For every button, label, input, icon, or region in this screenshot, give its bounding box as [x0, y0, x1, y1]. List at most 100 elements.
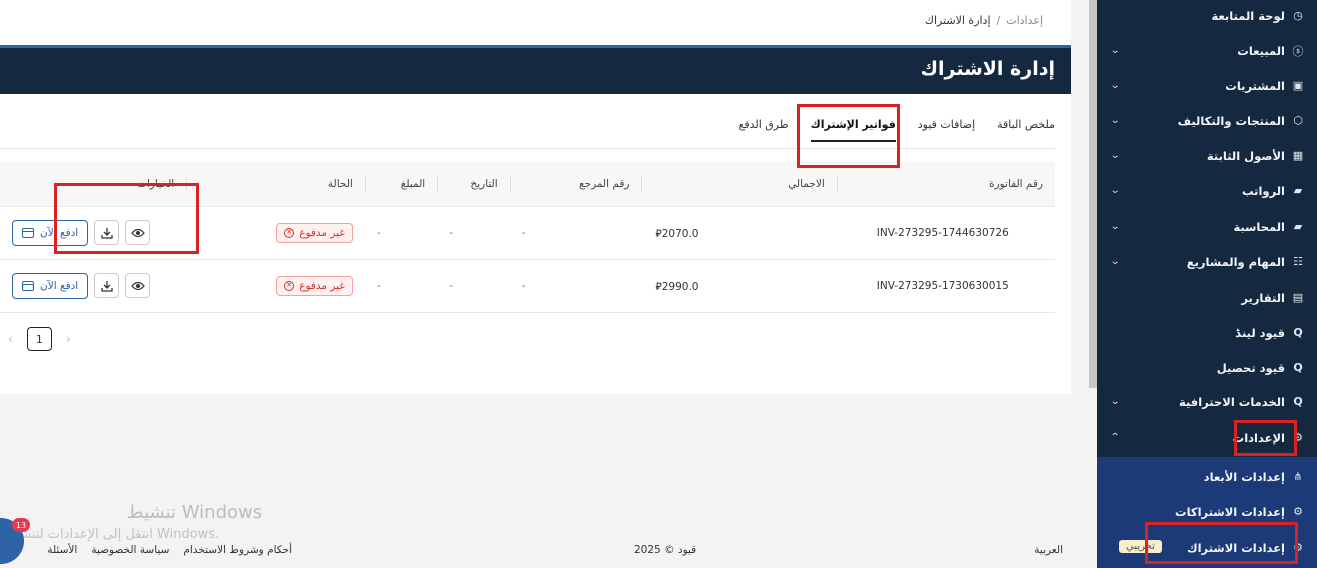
pagination-prev[interactable]: ‹ — [8, 332, 13, 346]
breadcrumb-current: إدارة الاشتراك — [924, 14, 991, 27]
chevron-up-icon: ⌃ — [1109, 432, 1121, 443]
chat-notification-badge: 13 — [12, 518, 30, 532]
sidebar-subitem-dimensions[interactable]: ⋔ إعدادات الأبعاد — [1097, 459, 1317, 494]
chevron-down-icon: ⌄ — [1109, 256, 1121, 267]
options-cell: ادفع الآن — [0, 259, 187, 313]
eye-icon — [130, 228, 145, 237]
x-circle-icon: ✕ — [284, 227, 295, 238]
pagination-page[interactable]: 1 — [26, 327, 52, 351]
invoice-number-cell: INV-273295-1744630726 — [836, 206, 1055, 260]
report-icon: ▤ — [1292, 291, 1304, 304]
breadcrumb-parent[interactable]: إعدادات — [1006, 14, 1043, 27]
tab-payment-methods[interactable]: طرق الدفع — [738, 118, 788, 142]
footer-link-terms[interactable]: أحكام وشروط الاستخدام — [183, 544, 292, 556]
sidebar-item-purchases[interactable]: ▣ المشتريات ⌄ — [1097, 68, 1317, 103]
purchases-icon: ▣ — [1292, 79, 1304, 92]
grid-icon: ▦ — [1292, 149, 1304, 162]
sidebar-item-qoyod-lend[interactable]: Q قيود لينڈ — [1097, 315, 1317, 350]
breadcrumb: إعدادات / إدارة الاشتراك — [925, 14, 1043, 27]
chevron-down-icon: ⌄ — [1109, 45, 1121, 56]
table-row: INV-273295-1744630726 ⃁2070.0 - - - ✕ غير… — [0, 206, 1055, 260]
sidebar-item-payroll[interactable]: ▰ الرواتب ⌄ — [1097, 173, 1317, 208]
footer-link-faq[interactable]: الأسئلة — [47, 544, 77, 556]
credit-card-icon — [22, 227, 35, 238]
footer-link-privacy[interactable]: سياسة الخصوصية — [91, 544, 169, 556]
folder-icon: ▰ — [1293, 184, 1303, 197]
tab-plan-summary[interactable]: ملخص الباقة — [997, 118, 1055, 142]
sidebar-subitem-subscriptions-settings[interactable]: ⚙ إعدادات الاشتراكات — [1097, 494, 1317, 529]
reference-cell: - — [509, 259, 642, 313]
breadcrumb-separator: / — [996, 14, 1001, 27]
sidebar-item-professional-services[interactable]: Q الخدمات الاحترافية ⌄ — [1097, 384, 1317, 419]
chevron-down-icon: ⌄ — [1109, 150, 1121, 161]
date-cell: - — [437, 259, 510, 313]
download-button[interactable] — [94, 220, 120, 245]
col-date: التاريخ — [437, 162, 510, 207]
pay-now-button[interactable]: ادفع الآن — [12, 272, 89, 299]
sidebar-item-reports[interactable]: ▤ التقارير — [1097, 280, 1317, 315]
activation-watermark-title: تنشيط Windows — [127, 502, 263, 523]
chevron-down-icon: ⌄ — [1109, 396, 1121, 407]
view-button[interactable] — [125, 273, 151, 298]
hierarchy-icon: ⋔ — [1293, 470, 1303, 483]
gear-icon: ⚙ — [1293, 505, 1303, 518]
amount-cell: - — [364, 259, 438, 313]
invoices-table: رقم الفاتورة الاجمالي رقم المرجع التاريخ… — [0, 162, 1055, 313]
col-total: الاجمالي — [641, 162, 837, 207]
title-bar: إدارة الاشتراك — [0, 48, 1071, 94]
invoice-number-cell: INV-273295-1730630015 — [836, 259, 1055, 313]
sidebar-item-settings[interactable]: ⚙ الإعدادات ⌃ — [1097, 420, 1317, 455]
x-circle-icon: ✕ — [284, 280, 295, 291]
col-invoice-number: رقم الفاتورة — [836, 162, 1055, 207]
sidebar-item-sales[interactable]: ⓢ المبيعات ⌄ — [1097, 33, 1317, 68]
amount-cell: - — [364, 206, 438, 260]
status-badge: ✕ غير مدفوع — [276, 275, 353, 296]
search-icon: Q — [1293, 395, 1303, 408]
scrollbar[interactable] — [1089, 0, 1097, 388]
col-status: الحالة — [186, 162, 365, 207]
tab-subscription-invoices[interactable]: فواتير الإشتراك — [810, 118, 896, 142]
options-cell: ادفع الآن — [0, 206, 187, 260]
sidebar-item-qoyod-collect[interactable]: Q قيود تحصيل — [1097, 350, 1317, 385]
eye-icon — [130, 281, 145, 290]
credit-card-icon — [22, 280, 35, 291]
col-reference: رقم المرجع — [509, 162, 642, 207]
sidebar-item-tasks-projects[interactable]: ☷ المهام والمشاريع ⌄ — [1097, 244, 1317, 279]
sidebar-item-dashboard[interactable]: ◷ لوحة المتابعة — [1097, 0, 1317, 33]
status-badge: ✕ غير مدفوع — [276, 222, 353, 243]
download-icon — [101, 280, 113, 292]
gear-icon: ⚙ — [1293, 541, 1303, 554]
sidebar-item-fixed-assets[interactable]: ▦ الأصول الثابتة ⌄ — [1097, 138, 1317, 173]
col-amount: المبلغ — [364, 162, 438, 207]
folder-icon: ▰ — [1293, 220, 1303, 233]
date-cell: - — [437, 206, 510, 260]
col-options: الخيارات — [0, 162, 187, 207]
dashboard-icon: ◷ — [1293, 9, 1303, 22]
chevron-down-icon: ⌄ — [1109, 80, 1121, 91]
copyright: قيود © 2025 — [634, 544, 697, 556]
view-button[interactable] — [125, 220, 151, 245]
download-button[interactable] — [94, 273, 120, 298]
beta-badge: تجريبي — [1119, 540, 1162, 553]
chevron-down-icon: ⌄ — [1109, 221, 1121, 232]
sidebar-item-products[interactable]: ⬡ المنتجات والتكاليف ⌄ — [1097, 103, 1317, 138]
main-panel: إعدادات / إدارة الاشتراك إدارة الاشتراك … — [0, 0, 1071, 394]
tabs-divider — [0, 148, 1055, 149]
sidebar-item-accounting[interactable]: ▰ المحاسبة ⌄ — [1097, 209, 1317, 244]
pay-now-button[interactable]: ادفع الآن — [12, 219, 89, 246]
language-switch[interactable]: العربية — [1034, 544, 1063, 556]
chevron-down-icon: ⌄ — [1109, 185, 1121, 196]
total-cell: ⃁2990.0 — [641, 259, 837, 313]
tab-addons[interactable]: إضافات قيود — [918, 118, 975, 142]
list-icon: ☷ — [1293, 255, 1303, 268]
search-icon: Q — [1293, 361, 1303, 374]
pagination-next[interactable]: › — [66, 332, 71, 346]
gear-icon: ⚙ — [1293, 431, 1303, 444]
activation-watermark-subtitle: انتقل إلى الإعدادات لتنشيط Windows. — [4, 527, 220, 542]
search-icon: Q — [1293, 326, 1303, 339]
pagination: ‹ 1 › — [8, 327, 71, 351]
tab-bar: ملخص الباقة إضافات قيود فواتير الإشتراك … — [738, 118, 1055, 142]
sidebar: ◷ لوحة المتابعة ⓢ المبيعات ⌄ ▣ المشتريات… — [1089, 0, 1317, 568]
table-row: INV-273295-1730630015 ⃁2990.0 - - - ✕ غير… — [0, 259, 1055, 313]
sales-icon: ⓢ — [1292, 44, 1304, 58]
